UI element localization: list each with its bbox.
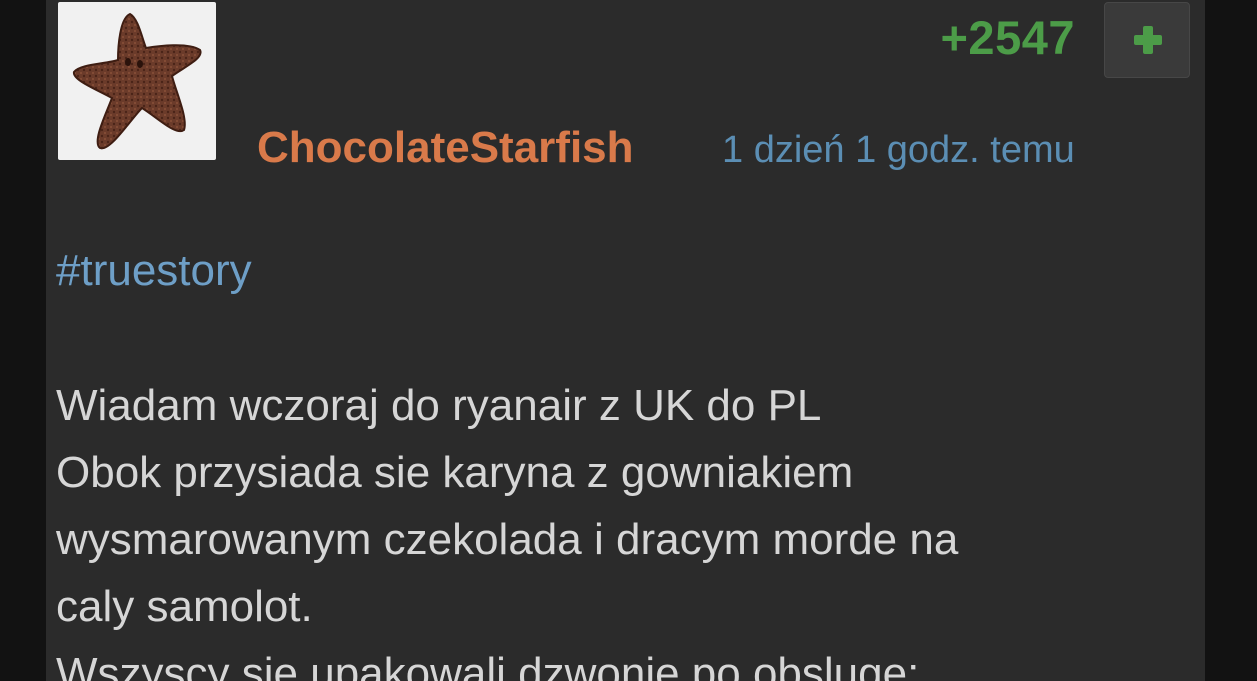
comment-line: wysmarowanym czekolada i dracym morde na xyxy=(56,515,959,564)
hashtag-link[interactable]: #truestory xyxy=(56,243,252,299)
post-time[interactable]: 1 dzień 1 godz. temu xyxy=(722,124,1075,176)
comment-line: Wiadam wczoraj do ryanair z UK do PL xyxy=(56,381,822,430)
comment-body: Wiadam wczoraj do ryanair z UK do PL Obo… xyxy=(56,372,1176,681)
author-name[interactable]: ChocolateStarfish xyxy=(257,120,634,176)
comment-line: Obok przysiada sie karyna z gowniakiem xyxy=(56,448,854,497)
vote-score: +2547 xyxy=(940,11,1075,64)
avatar[interactable] xyxy=(58,2,216,160)
plus-icon xyxy=(1134,26,1162,54)
comment-line: caly samolot. xyxy=(56,582,313,631)
upvote-button[interactable] xyxy=(1104,2,1190,78)
comment-card: +2547 ChocolateStarfish 1 dzień 1 godz. … xyxy=(46,0,1205,681)
chocolate-starfish-image xyxy=(73,12,202,150)
comment-line: Wszyscy sie upakowali dzwonie po obsluge… xyxy=(56,649,920,681)
